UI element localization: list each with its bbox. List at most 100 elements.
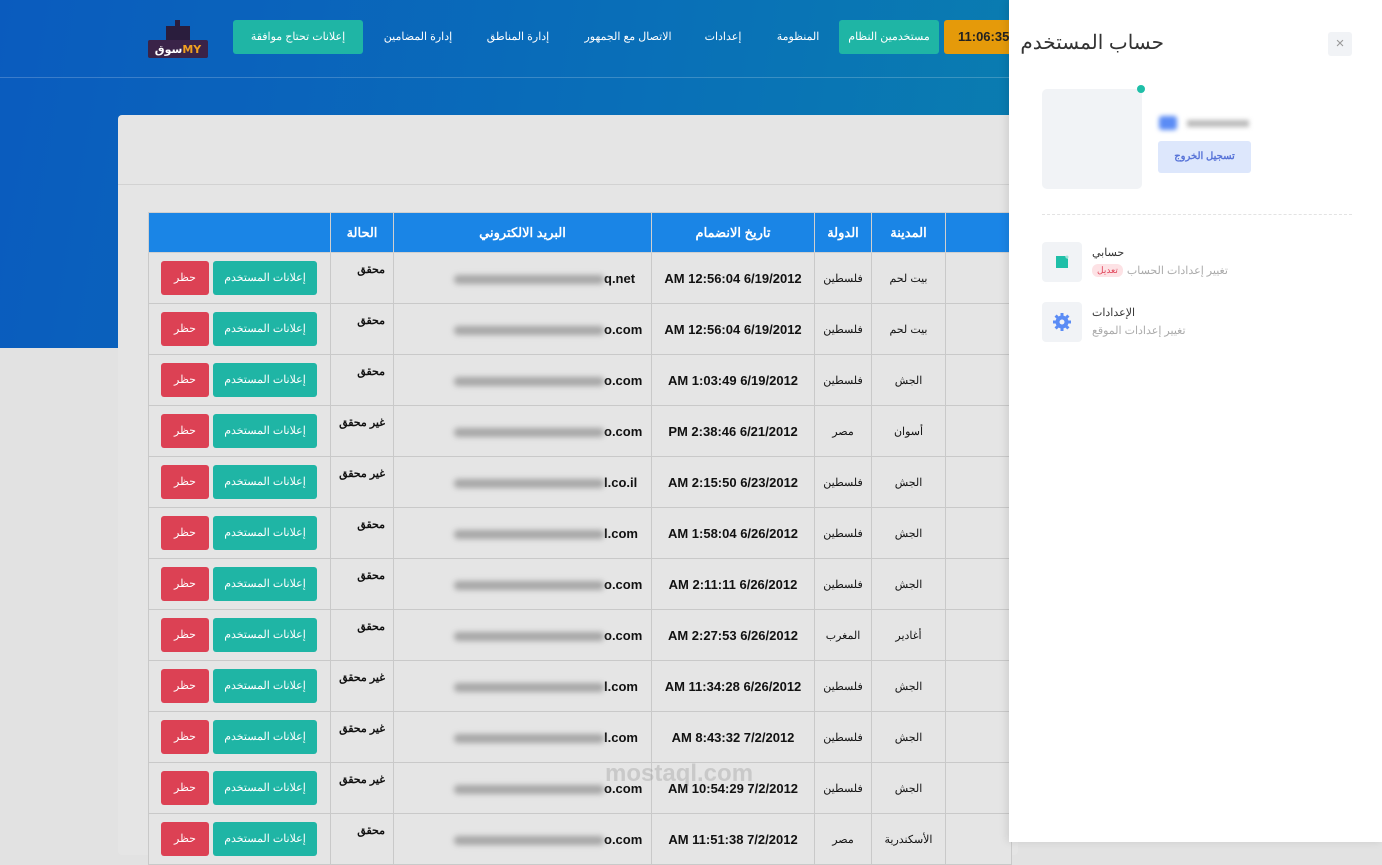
ban-button[interactable]: حظر [161,618,209,652]
user-ads-button[interactable]: إعلانات المستخدم [213,414,317,448]
email-tail: l.com [604,729,638,745]
ban-button[interactable]: حظر [161,414,209,448]
menu-item-subtitle: تغيير إعدادات الحساب [1126,265,1228,277]
menu-item-settings[interactable]: الإعدادات تغيير إعدادات الموقع [1042,302,1352,342]
header-actions [148,212,331,253]
user-ads-button[interactable]: إعلانات المستخدم [213,261,317,295]
cell-actions: حظر إعلانات المستخدم [148,813,331,865]
cell-blank [945,507,1012,559]
user-ads-button[interactable]: إعلانات المستخدم [213,822,317,856]
cell-email: l.com [393,711,652,763]
nav-system-users[interactable]: مستخدمين النظام [839,20,939,54]
nav-settings[interactable]: إعدادات [698,20,748,54]
cell-blank [945,354,1012,406]
menu-item-my-account[interactable]: حسابي تعديل تغيير إعدادات الحساب [1042,242,1352,282]
table-row: الجش فلسطين AM 8:43:32 7/2/2012 l.com غي… [148,711,1012,763]
header-email: البريد الالكتروني [393,212,652,253]
cell-city: الجش [871,711,946,763]
email-tail: o.com [604,831,643,847]
blurred-email [454,784,604,794]
cell-city: أسوان [871,405,946,457]
cell-joined: AM 11:34:28 6/26/2012 [651,660,815,712]
header-joined: تاريخ الانضمام [651,212,815,253]
table-row: الجش فلسطين AM 2:15:50 6/23/2012 l.co.il… [148,456,1012,508]
gear-icon [1042,302,1082,342]
email-tail: o.com [604,321,643,337]
cell-country: فلسطين [814,711,872,763]
panel-title: حساب المستخدم [1020,32,1164,54]
nav-regions[interactable]: إدارة المناطق [478,20,558,54]
ban-button[interactable]: حظر [161,771,209,805]
cell-blank [945,252,1012,304]
blurred-email [454,682,604,692]
cell-country: مصر [814,405,872,457]
user-ads-button[interactable]: إعلانات المستخدم [213,720,317,754]
cell-blank [945,711,1012,763]
ban-button[interactable]: حظر [161,312,209,346]
user-ads-button[interactable]: إعلانات المستخدم [213,516,317,550]
ban-button[interactable]: حظر [161,261,209,295]
menu-item-title: الإعدادات [1092,307,1136,319]
cell-joined: AM 8:43:32 7/2/2012 [651,711,815,763]
ban-button[interactable]: حظر [161,669,209,703]
user-ads-button[interactable]: إعلانات المستخدم [213,669,317,703]
nav-contact[interactable]: الاتصال مع الجمهور [578,20,678,54]
nav-content[interactable]: إدارة المضامين [378,20,458,54]
cell-status: غير محقق [330,660,394,712]
site-logo[interactable]: سوقMY [148,20,208,58]
user-ads-button[interactable]: إعلانات المستخدم [213,618,317,652]
cell-email: o.com [393,558,652,610]
cell-actions: حظر إعلانات المستخدم [148,303,331,355]
close-button[interactable]: × [1328,32,1352,56]
logout-button[interactable]: تسجيل الخروج [1158,141,1251,173]
cell-country: فلسطين [814,507,872,559]
ban-button[interactable]: حظر [161,822,209,856]
clock: 11:06:35 [944,20,1014,54]
cell-status: غير محقق [330,711,394,763]
ban-button[interactable]: حظر [161,363,209,397]
nav-pending-ads[interactable]: إعلانات تحتاج موافقة [233,20,363,54]
cell-email: l.co.il [393,456,652,508]
cell-status: غير محقق [330,456,394,508]
email-tail: l.com [604,678,638,694]
cell-status: محقق [330,303,394,355]
blurred-email [454,274,604,284]
user-ads-button[interactable]: إعلانات المستخدم [213,312,317,346]
menu-item-title: حسابي [1092,247,1125,259]
email-tail: o.com [604,627,643,643]
ban-button[interactable]: حظر [161,465,209,499]
cell-actions: حظر إعلانات المستخدم [148,405,331,457]
nav-system[interactable]: المنظومة [768,20,828,54]
header-status: الحالة [330,212,394,253]
cell-joined: AM 1:58:04 6/26/2012 [651,507,815,559]
cell-country: فلسطين [814,660,872,712]
cell-city: الجش [871,558,946,610]
blurred-email [454,580,604,590]
card-divider [118,184,1010,185]
table-row: الجش فلسطين AM 1:03:49 6/19/2012 o.com م… [148,354,1012,406]
blurred-email [454,529,604,539]
cell-status: محقق [330,609,394,661]
cell-city: الأسكندرية [871,813,946,865]
table-row: الجش فلسطين AM 2:11:11 6/26/2012 o.com م… [148,558,1012,610]
cell-actions: حظر إعلانات المستخدم [148,507,331,559]
table-row: الأسكندرية مصر AM 11:51:38 7/2/2012 o.co… [148,813,1012,865]
panel-divider [1042,214,1352,215]
cell-status: محقق [330,252,394,304]
ban-button[interactable]: حظر [161,516,209,550]
cell-country: فلسطين [814,252,872,304]
cell-blank [945,558,1012,610]
user-ads-button[interactable]: إعلانات المستخدم [213,567,317,601]
cell-actions: حظر إعلانات المستخدم [148,558,331,610]
cell-email: l.com [393,507,652,559]
user-ads-button[interactable]: إعلانات المستخدم [213,465,317,499]
table-row: الجش فلسطين AM 11:34:28 6/26/2012 l.com … [148,660,1012,712]
user-ads-button[interactable]: إعلانات المستخدم [213,771,317,805]
ban-button[interactable]: حظر [161,720,209,754]
user-ads-button[interactable]: إعلانات المستخدم [213,363,317,397]
blurred-email [454,325,604,335]
edit-badge[interactable]: تعديل [1092,264,1123,277]
ban-button[interactable]: حظر [161,567,209,601]
cell-email: o.com [393,405,652,457]
table-row: أسوان مصر PM 2:38:46 6/21/2012 o.com غير… [148,405,1012,457]
